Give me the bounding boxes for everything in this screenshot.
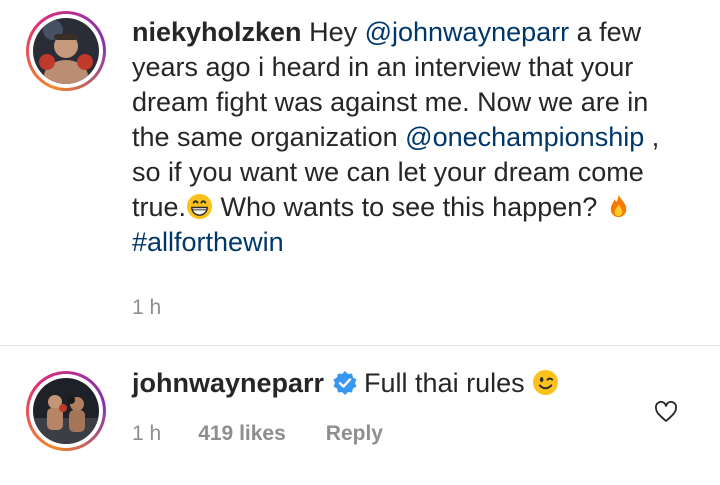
comment-body: niekyholzken Hey @johnwayneparr a few ye… [132,15,680,260]
verified-badge-icon [332,370,358,396]
fire-icon [605,193,632,220]
comment-meta: 1 h 419 likes Reply [132,422,383,446]
reply-button[interactable]: Reply [326,422,383,446]
winking-face-icon [532,369,559,396]
grinning-face-icon [186,193,213,220]
comment-text: Who wants to see this happen? [213,192,605,222]
hashtag-link[interactable]: #allforthewin [132,227,284,257]
comment-text: Hey [301,17,365,47]
comment-text: Full thai rules [364,368,525,398]
comment-niekyholzken: niekyholzken Hey @johnwayneparr a few ye… [0,0,720,346]
mention-link[interactable]: @johnwayneparr [365,17,570,47]
username[interactable]: niekyholzken [132,17,302,47]
timestamp: 1 h [132,422,162,445]
mention-link[interactable]: @onechampionship [405,122,644,152]
comment-body: johnwayneparr Full thai rules [132,366,680,401]
avatar[interactable] [33,378,99,444]
comment-johnwayneparr: johnwayneparr Full thai rules 1 h 419 li… [0,346,720,485]
username[interactable]: johnwayneparr [132,368,324,398]
timestamp: 1 h [132,296,162,319]
heart-icon[interactable] [654,401,678,423]
avatar-ring[interactable] [26,11,106,91]
comment-meta: 1 h [132,296,161,320]
likes-count[interactable]: 419 likes [198,422,286,446]
avatar-ring[interactable] [26,371,106,451]
avatar[interactable] [33,18,99,84]
